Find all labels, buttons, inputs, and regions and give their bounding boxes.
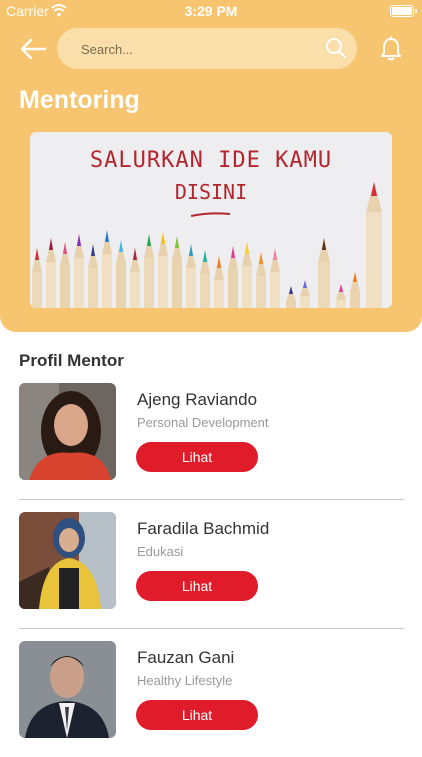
bell-icon[interactable] xyxy=(379,36,403,62)
banner-heading: SALURKAN IDE KAMU xyxy=(89,148,333,173)
mentor-field: Personal Development xyxy=(137,415,269,430)
battery-icon xyxy=(390,5,417,17)
mentor-photo xyxy=(19,641,116,738)
lihat-button[interactable]: Lihat xyxy=(136,700,258,730)
mentor-card: Faradila Bachmid Edukasi Lihat xyxy=(19,512,404,629)
mentor-name: Fauzan Gani xyxy=(137,648,235,667)
page-title: Mentoring xyxy=(19,86,140,114)
lihat-button[interactable]: Lihat xyxy=(136,571,258,601)
mentor-name: Faradila Bachmid xyxy=(137,519,270,538)
divider xyxy=(19,499,404,500)
status-bar: Carrier 3:29 PM xyxy=(0,0,422,22)
mentor-field: Edukasi xyxy=(137,544,184,559)
banner-subheading: DISINI xyxy=(174,180,248,204)
lihat-button[interactable]: Lihat xyxy=(136,442,258,472)
mentor-card: Ajeng Raviando Personal Development Liha… xyxy=(19,383,404,500)
mentor-card: Fauzan Gani Healthy Lifestyle Lihat xyxy=(19,641,404,757)
back-arrow-icon[interactable] xyxy=(18,35,48,63)
search-input[interactable] xyxy=(79,28,313,71)
section-title: Profil Mentor xyxy=(19,351,124,370)
mentor-field: Healthy Lifestyle xyxy=(137,673,233,688)
header: Carrier 3:29 PM Mentoring xyxy=(0,0,422,332)
search-bar[interactable] xyxy=(57,28,357,71)
mentor-photo xyxy=(19,512,116,609)
banner-image: SALURKAN IDE KAMU DISINI xyxy=(30,132,392,308)
divider xyxy=(19,628,404,629)
search-icon[interactable] xyxy=(325,37,347,59)
mentor-name: Ajeng Raviando xyxy=(137,390,258,409)
status-time: 3:29 PM xyxy=(184,3,238,19)
mentor-photo xyxy=(19,383,116,480)
